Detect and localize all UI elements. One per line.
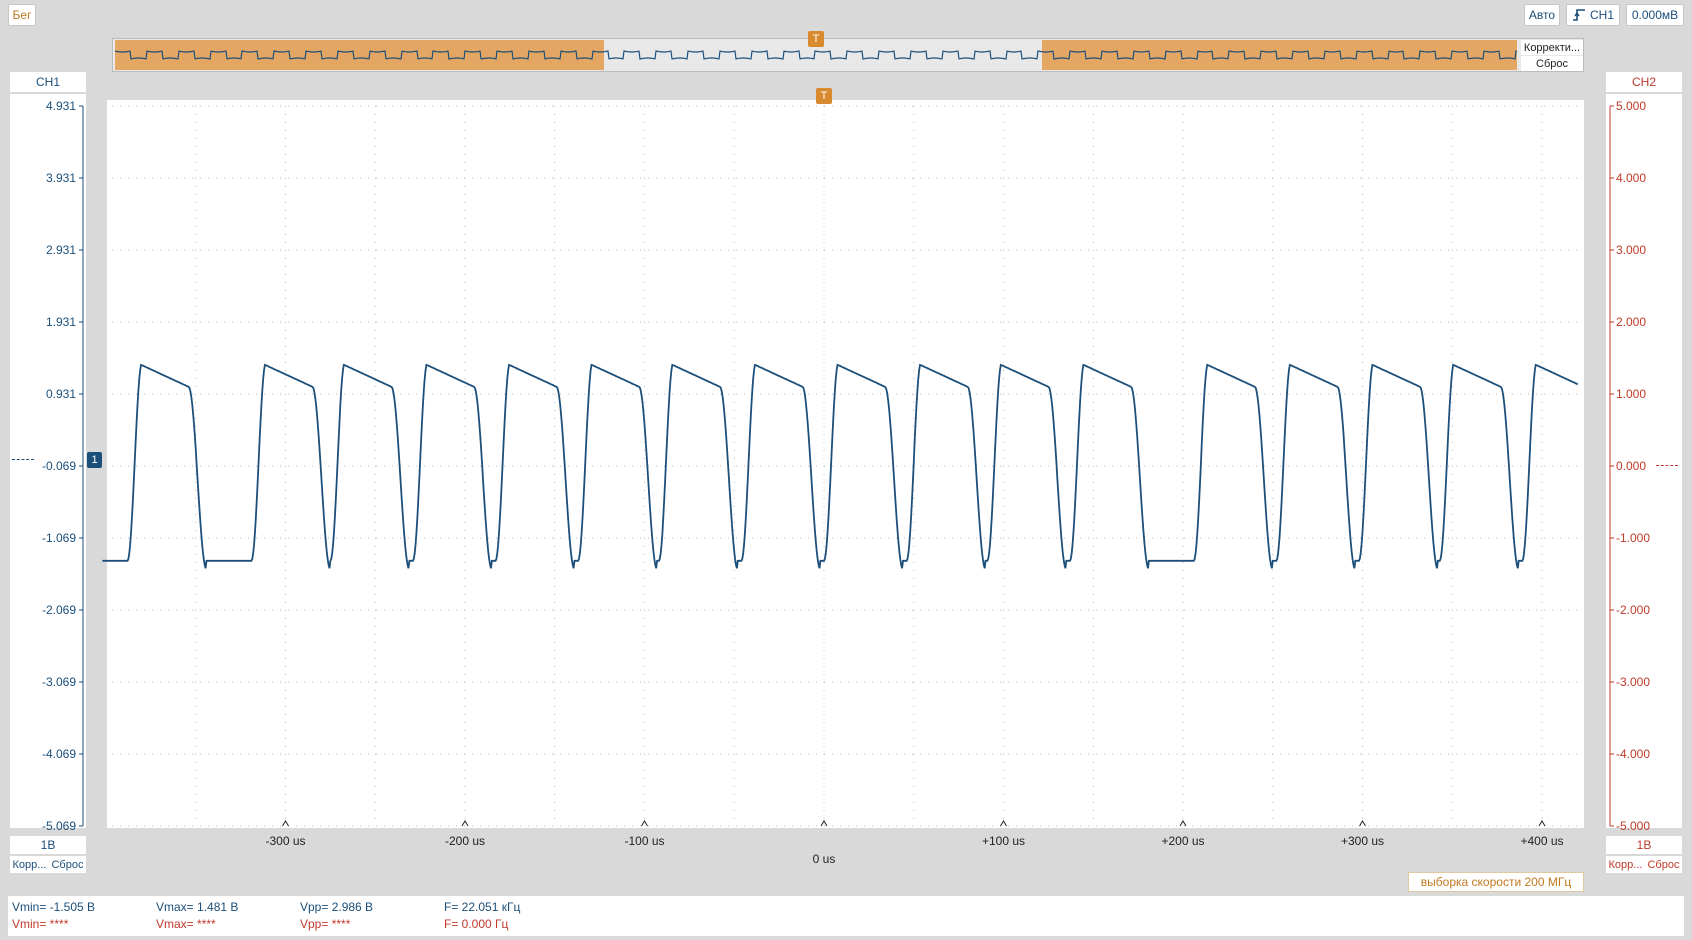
xtick-label: +400 us [1520,834,1564,848]
ch1-controls: Корр... Сброс [10,856,86,873]
overview-strip[interactable]: Корректи... Сброс [112,38,1584,72]
overview-trigger-marker[interactable]: T [808,31,824,47]
trigger-mode-button[interactable]: Авто [1524,4,1560,26]
ch1-freq: F= 22.051 кГц [444,900,521,914]
overview-reset-button[interactable]: Сброс [1521,56,1583,71]
xtick-label: +300 us [1340,834,1385,848]
ch1-ytick-label: -2.069 [41,603,76,617]
ch2-controls: Корр... Сброс [1606,856,1682,873]
rising-edge-icon [1572,9,1585,21]
ch1-level-dash [12,459,34,460]
xtick-label: -300 us [265,834,306,848]
overview-right-shade [1042,40,1517,70]
ch2-ytick-label: 1.000 [1616,387,1647,401]
ch1-ytick-label: 1.931 [45,315,76,329]
ch2-corr-button[interactable]: Корр... [1609,859,1643,871]
ch2-level-dash [1656,465,1678,466]
ch2-ytick-label: -5.000 [1616,819,1651,833]
ch1-ytick-label: 2.931 [45,243,76,257]
ch2-ytick-label: 3.000 [1616,243,1647,257]
ch2-ytick-label: 4.000 [1616,171,1647,185]
ch1-label[interactable]: CH1 [10,72,86,92]
trigger-source-button[interactable]: CH1 [1566,4,1620,26]
ch1-vmax: Vmax= 1.481 В [156,900,239,914]
ch2-ytick-label: -2.000 [1616,603,1651,617]
ch1-vmin: Vmin= -1.505 В [12,900,96,914]
sample-rate-label: выборка скорости 200 МГц [1408,872,1584,892]
ch2-vmin: Vmin= **** [12,917,69,931]
ch2-reset-button[interactable]: Сброс [1647,859,1679,871]
ch2-ytick-label: -4.000 [1616,747,1651,761]
ch1-reset-button[interactable]: Сброс [51,859,83,871]
trigger-source-label: CH1 [1589,8,1614,22]
xtick-label: +100 us [981,834,1026,848]
ch2-ytick-label: 5.000 [1616,99,1647,113]
ch1-ytick-label: -4.069 [41,747,76,761]
run-button[interactable]: Бег [8,4,36,26]
trigger-level-button[interactable]: 0.000мВ [1626,4,1684,26]
ch2-ytick-label: 2.000 [1616,315,1647,329]
overview-left-shade [115,40,604,70]
plot-trigger-marker[interactable]: T [816,88,832,104]
ch1-vpp: Vpp= 2.986 В [300,900,374,914]
ch1-ytick-label: 4.931 [45,99,76,113]
ch2-label[interactable]: CH2 [1606,72,1682,92]
ch1-ytick-label: 0.931 [45,387,76,401]
ch1-corr-button[interactable]: Корр... [13,859,47,871]
ch2-freq: F= 0.000 Гц [444,917,509,931]
ch1-ytick-label: -5.069 [41,819,76,833]
ch2-ytick-label: -3.000 [1616,675,1651,689]
ch1-offset-marker[interactable]: 1 [87,452,102,468]
ch2-ytick-label: -1.000 [1616,531,1651,545]
ch2-vmax: Vmax= **** [156,917,216,931]
xtick-label: -200 us [444,834,486,848]
overview-correct-button[interactable]: Корректи... [1521,40,1583,55]
ch2-vpp: Vpp= **** [300,917,351,931]
plot-area[interactable] [107,100,1584,828]
xtick-label: +200 us [1161,834,1205,848]
measurements-panel: Vmin= -1.505 В Vmax= 1.481 В Vpp= 2.986 … [8,896,1684,936]
ch1-scale-label[interactable]: 1В [10,836,86,854]
x-center-label: 0 us [812,852,836,866]
ch1-ytick-label: 3.931 [45,171,76,185]
ch1-ytick-label: -0.069 [41,459,76,473]
xtick-label: -100 us [624,834,665,848]
ch1-ytick-label: -3.069 [41,675,76,689]
ch1-ytick-label: -1.069 [41,531,76,545]
ch2-ytick-label: 0.000 [1616,459,1647,473]
ch2-scale-label[interactable]: 1В [1606,836,1682,854]
